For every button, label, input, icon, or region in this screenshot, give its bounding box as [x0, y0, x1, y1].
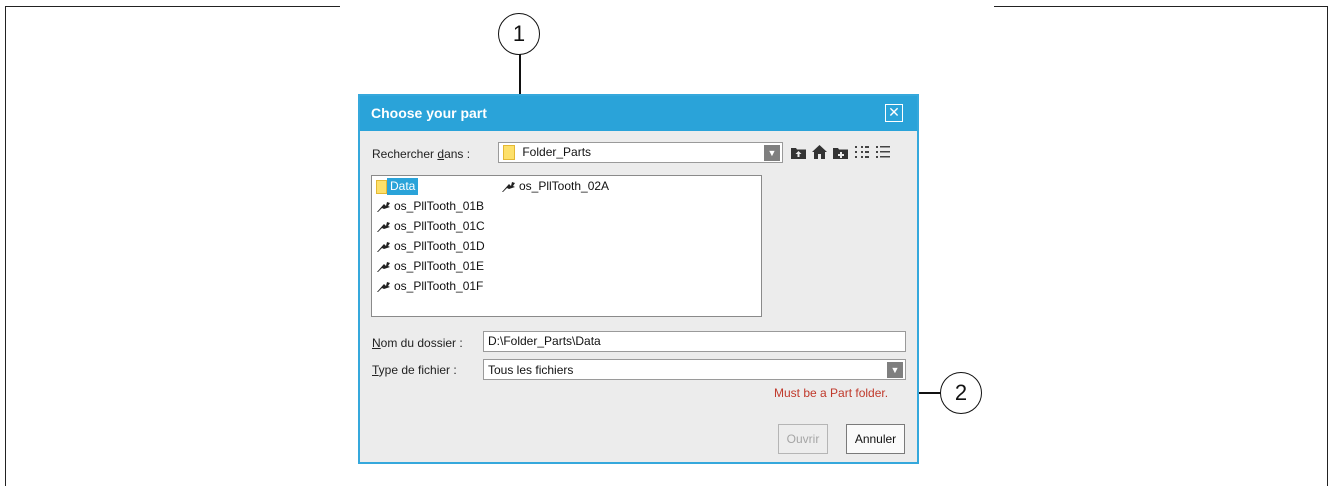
- list-item[interactable]: os_PllTooth_01B: [376, 198, 484, 215]
- frame-gap: [340, 4, 994, 8]
- error-message: Must be a Part folder.: [774, 386, 889, 400]
- list-item[interactable]: os_PllTooth_01E: [376, 258, 484, 275]
- look-in-label: Rechercher dans :: [372, 147, 471, 161]
- part-icon: [377, 281, 390, 292]
- dialog-titlebar[interactable]: Choose your part ✕: [360, 96, 917, 131]
- details-view-icon[interactable]: [875, 145, 890, 160]
- chevron-down-icon[interactable]: ▼: [887, 362, 903, 378]
- list-item-data[interactable]: Data: [376, 178, 419, 195]
- dialog-title: Choose your part: [371, 105, 487, 121]
- folder-name-field[interactable]: D:\Folder_Parts\Data: [483, 331, 906, 352]
- part-icon: [377, 201, 390, 212]
- file-type-select[interactable]: Tous les fichiers ▼: [483, 359, 906, 380]
- up-folder-icon[interactable]: [791, 145, 806, 160]
- part-icon: [502, 181, 515, 192]
- part-icon: [377, 221, 390, 232]
- chevron-down-icon[interactable]: ▼: [764, 145, 780, 161]
- look-in-select[interactable]: Folder_Parts ▼: [498, 142, 783, 163]
- file-list[interactable]: Data os_PllTooth_01B os_PllTooth_01C os_…: [371, 175, 762, 317]
- folder-icon: [376, 179, 387, 194]
- list-view-icon[interactable]: [854, 145, 869, 160]
- file-type-value: Tous les fichiers: [488, 363, 574, 377]
- folder-icon: [503, 145, 515, 161]
- callout-2: 2: [940, 372, 982, 414]
- home-icon[interactable]: [812, 145, 827, 160]
- file-toolbar: [791, 144, 890, 160]
- look-in-value: Folder_Parts: [522, 145, 592, 159]
- list-item[interactable]: os_PllTooth_01D: [376, 238, 485, 255]
- callout-1: 1: [498, 13, 540, 55]
- part-icon: [377, 261, 390, 272]
- part-icon: [377, 241, 390, 252]
- list-item[interactable]: os_PllTooth_01F: [376, 278, 483, 295]
- list-item[interactable]: os_PllTooth_02A: [501, 178, 609, 195]
- folder-name-value: D:\Folder_Parts\Data: [488, 334, 601, 348]
- folder-name-label: Nom du dossier :: [372, 336, 463, 350]
- file-type-label: Type de fichier :: [372, 363, 457, 377]
- cancel-button[interactable]: Annuler: [846, 424, 905, 454]
- new-folder-icon[interactable]: [833, 145, 848, 160]
- open-button[interactable]: Ouvrir: [778, 424, 828, 454]
- list-item[interactable]: os_PllTooth_01C: [376, 218, 485, 235]
- choose-part-dialog: Choose your part ✕ Rechercher dans : Fol…: [358, 94, 919, 464]
- close-icon[interactable]: ✕: [885, 104, 903, 122]
